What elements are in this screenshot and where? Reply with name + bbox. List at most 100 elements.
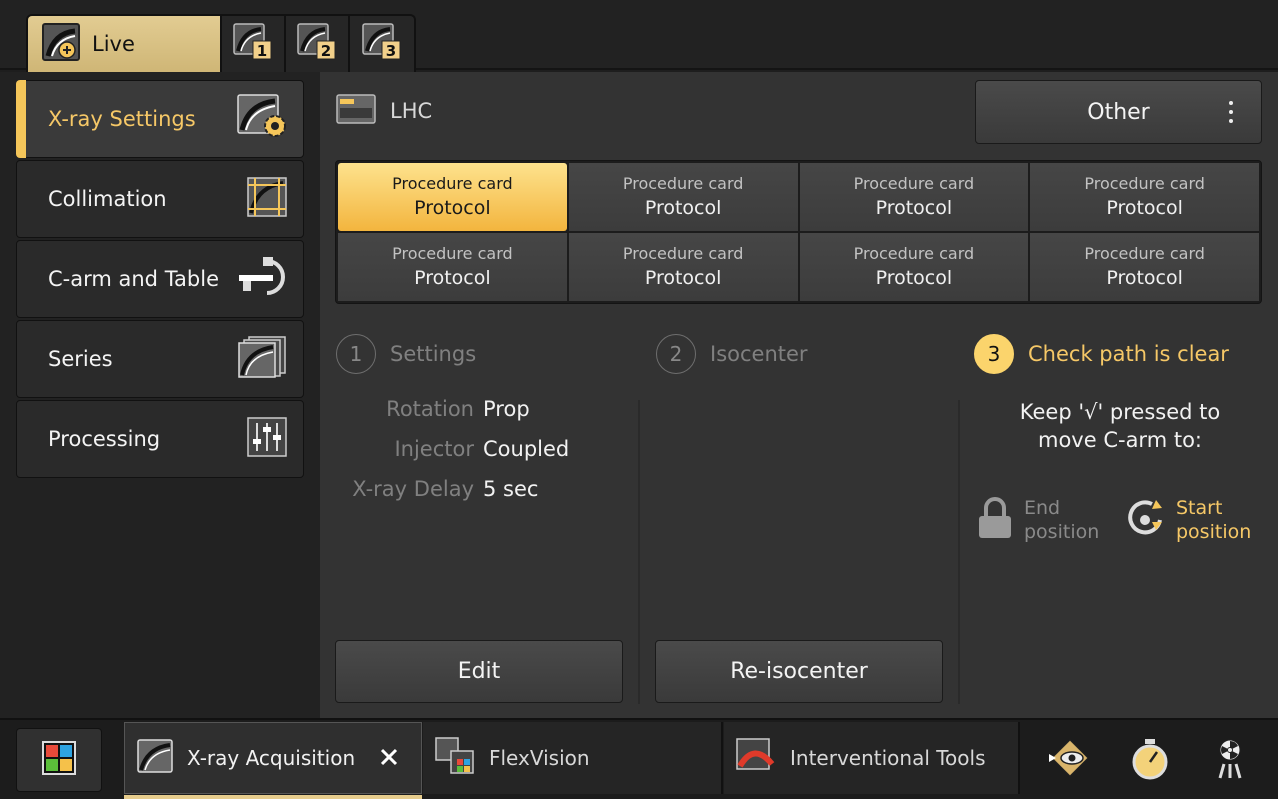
processing-sliders-icon [245,415,289,463]
procedure-card[interactable]: Procedure card Protocol [1030,163,1259,231]
procedure-card-icon [336,94,376,128]
step-number: 2 [656,334,696,374]
menu-item-label: C-arm and Table [48,267,219,291]
menu-item-c-arm-and-table[interactable]: C-arm and Table [16,240,304,318]
tab-viewport-1[interactable]: 1 [222,16,286,72]
other-button[interactable]: Other [975,80,1262,144]
app-tab-label: X-ray Acquisition [187,746,356,770]
view-eye-icon[interactable] [1048,738,1092,782]
step-settings: 1 Settings [336,334,476,374]
re-isocenter-button-label: Re-isocenter [730,659,868,684]
app-tab-label: FlexVision [489,746,590,770]
procedure-card[interactable]: Procedure card Protocol [338,233,567,301]
procedure-card[interactable]: Procedure card Protocol [568,163,798,231]
procedure-card-protocol: Protocol [644,197,722,219]
series-icon [237,335,289,383]
svg-text:3: 3 [386,42,396,60]
setting-value: Prop [483,397,530,421]
setting-key: Injector [394,437,474,461]
procedure-card-title: Procedure card [853,244,975,263]
procedure-card[interactable]: Procedure card Protocol [338,163,567,231]
procedure-card-title: Procedure card [1084,174,1205,193]
procedure-card-grid: Procedure card Protocol Procedure card P… [335,160,1262,304]
flexvision-icon [435,737,475,779]
procedure-card[interactable]: Procedure card Protocol [568,233,798,301]
viewport-tabs: Live 1 2 3 [26,14,416,72]
viewport-3-icon: 3 [362,23,402,65]
procedure-card-protocol: Protocol [414,267,491,289]
setting-value: Coupled [483,437,570,461]
procedure-card-protocol: Protocol [875,197,953,219]
edit-button-label: Edit [457,659,501,684]
instruction-line: Keep '√' pressed to [1019,400,1221,424]
tab-live-label: Live [92,32,135,56]
live-acquisition-icon [42,23,80,65]
procedure-card-protocol: Protocol [644,267,722,289]
setting-rotation: Rotation Prop [340,397,640,427]
setting-injector: Injector Coupled [340,437,640,467]
end-position: End position [976,496,1099,544]
procedure-card-protocol: Protocol [1106,197,1183,219]
menu-item-series[interactable]: Series [16,320,304,398]
procedure-card-protocol: Protocol [414,197,491,219]
close-icon[interactable] [379,747,399,771]
app-tab-flexvision[interactable]: FlexVision [423,722,723,794]
procedure-card[interactable]: Procedure card Protocol [799,233,1029,301]
viewport-2-icon: 2 [297,23,337,65]
instruction-line: move C-arm to: [1038,428,1202,452]
interventional-tools-icon [736,738,776,778]
radiation-icon[interactable] [1208,738,1252,786]
lock-icon [976,496,1014,544]
menu-item-label: X-ray Settings [48,107,196,131]
edit-button[interactable]: Edit [335,640,623,703]
menu-item-collimation[interactable]: Collimation [16,160,304,238]
start-position-label: Start position [1176,497,1252,543]
procedure-card-title: Procedure card [853,174,975,193]
stopwatch-timer-icon[interactable] [1130,738,1170,784]
start-position: Start position [1126,496,1251,544]
menu-item-processing[interactable]: Processing [16,400,304,478]
menu-item-label: Collimation [48,187,167,211]
rotate-c-arm-icon [1126,496,1166,542]
procedure-card-title: Procedure card [392,174,513,193]
more-options-icon [1229,101,1233,128]
collimation-icon [245,175,289,223]
procedure-card-title: Procedure card [622,174,744,193]
setting-key: Rotation [386,397,474,421]
main-panel: LHC Other Procedure card Protocol Proced… [320,72,1278,718]
step-label: Isocenter [710,342,808,366]
xray-settings-gear-icon [237,94,289,144]
procedure-card[interactable]: Procedure card Protocol [1030,233,1259,301]
app-tab-interventional-tools[interactable]: Interventional Tools [724,722,1020,794]
app-tab-xray-acquisition[interactable]: X-ray Acquisition [124,722,422,799]
procedure-card[interactable]: Procedure card Protocol [799,163,1029,231]
setting-xray-delay: X-ray Delay 5 sec [340,477,640,507]
svg-text:2: 2 [321,42,331,60]
app-grid-icon [42,741,76,779]
setting-key: X-ray Delay [352,477,474,501]
taskbar: X-ray Acquisition FlexVision Interventio… [0,718,1278,799]
procedure-card-protocol: Protocol [875,267,953,289]
left-menu: X-ray Settings Collimation C-arm and Tab… [0,72,320,718]
menu-item-label: Processing [48,427,161,451]
xray-acquisition-icon [137,739,173,777]
viewport-1-icon: 1 [233,23,273,65]
setting-value: 5 sec [483,477,539,501]
home-button[interactable] [16,728,102,792]
top-tab-bar: Live 1 2 3 [0,0,1278,72]
tab-viewport-3[interactable]: 3 [350,16,414,72]
step-check-path: 3 Check path is clear [974,334,1229,374]
end-position-label: End position [1024,497,1100,543]
procedure-card-title: Procedure card [1084,244,1205,263]
re-isocenter-button[interactable]: Re-isocenter [655,640,943,703]
tab-viewport-2[interactable]: 2 [286,16,350,72]
app-tab-label: Interventional Tools [790,746,986,770]
step-label: Settings [390,342,477,366]
step-number: 3 [974,334,1014,374]
menu-item-xray-settings[interactable]: X-ray Settings [16,80,304,158]
tab-live[interactable]: Live [28,16,222,72]
check-path-instruction: Keep '√' pressed to move C-arm to: [970,398,1270,454]
svg-text:1: 1 [257,42,267,60]
other-button-label: Other [1087,99,1150,125]
step-label: Check path is clear [1028,342,1229,366]
